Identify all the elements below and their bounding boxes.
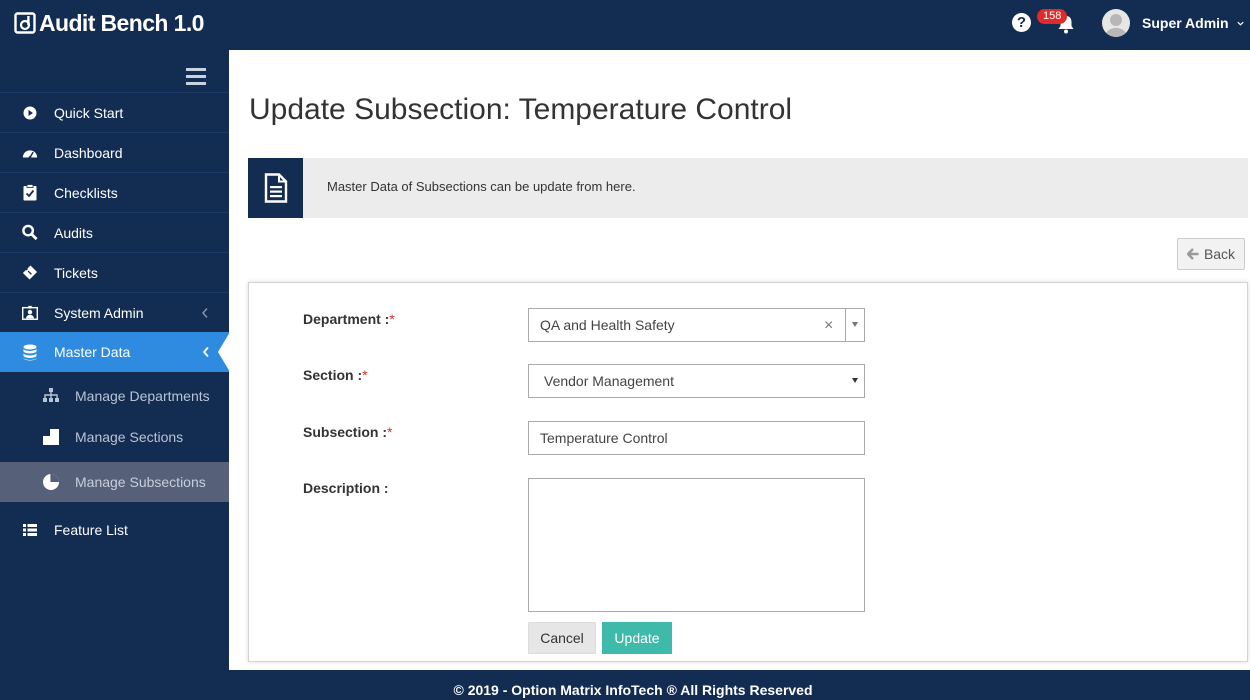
sidebar-item-audits[interactable]: Audits: [0, 212, 229, 252]
sidebar-item-label: Audits: [54, 224, 93, 241]
back-button-label: Back: [1203, 246, 1236, 262]
back-button[interactable]: Back: [1177, 238, 1245, 270]
page-title: Update Subsection: Temperature Control: [249, 93, 793, 126]
user-name: Super Admin: [1142, 15, 1229, 31]
sidebar-item-label: Quick Start: [54, 104, 124, 121]
required-marker: *: [362, 367, 368, 383]
department-label: Department :*: [303, 311, 395, 327]
department-value: QA and Health Safety: [540, 317, 675, 333]
sitemap-icon: [42, 387, 60, 405]
required-marker: *: [387, 424, 393, 440]
sidebar-item-feature-list[interactable]: Feature List: [0, 510, 229, 550]
sidebar-subitem-manage-subsections[interactable]: Manage Subsections: [0, 462, 229, 502]
database-icon: [22, 344, 38, 360]
subsection-value: Temperature Control: [540, 430, 668, 446]
subsection-input[interactable]: Temperature Control: [528, 421, 865, 455]
update-button[interactable]: Update: [602, 622, 672, 654]
sidebar-subitem-label: Manage Sections: [75, 429, 184, 445]
info-text: Master Data of Subsections can be update…: [327, 179, 636, 194]
subsection-label: Subsection :*: [303, 424, 393, 440]
sidebar-item-label: Checklists: [54, 184, 118, 201]
list-icon: [22, 522, 38, 538]
clipboard-icon: [22, 184, 38, 201]
subsection-form: Department :* QA and Health Safety × Sec…: [248, 282, 1248, 662]
sidebar-item-label: Master Data: [54, 344, 131, 360]
document-icon: [248, 158, 303, 218]
required-marker: *: [389, 311, 395, 327]
section-select[interactable]: Vendor Management: [528, 364, 865, 398]
department-select[interactable]: QA and Health Safety ×: [528, 308, 865, 342]
sidebar-item-label: Feature List: [54, 522, 128, 538]
notification-badge: 158: [1037, 9, 1068, 24]
sidebar-item-label: Dashboard: [54, 144, 123, 161]
info-callout: Master Data of Subsections can be update…: [248, 158, 1248, 218]
play-circle-icon: [22, 105, 38, 121]
clear-icon[interactable]: ×: [824, 318, 833, 334]
sidebar-subitem-label: Manage Subsections: [75, 474, 206, 490]
avatar: [1102, 9, 1130, 37]
sidebar-item-dashboard[interactable]: Dashboard: [0, 132, 229, 172]
sidebar: Quick Start Dashboard Checklists Audits …: [0, 46, 230, 670]
sidebar-item-checklists[interactable]: Checklists: [0, 172, 229, 212]
hamburger-menu-icon[interactable]: [186, 68, 206, 85]
sidebar-subitem-label: Manage Departments: [75, 388, 210, 404]
section-label: Section :*: [303, 367, 368, 383]
dashboard-icon: [22, 145, 38, 161]
sidebar-item-label: System Admin: [54, 304, 144, 321]
footer-copyright: © 2019 - Option Matrix InfoTech ® All Ri…: [453, 682, 813, 698]
help-icon[interactable]: ?: [1012, 13, 1031, 32]
chevron-down-icon: [1236, 21, 1244, 26]
sidebar-item-tickets[interactable]: Tickets: [0, 252, 229, 292]
sidebar-item-quick-start[interactable]: Quick Start: [0, 92, 229, 132]
arrow-left-icon: [1186, 248, 1199, 260]
search-icon: [22, 224, 38, 241]
avatar-person-icon: [1106, 14, 1126, 37]
caret-down-icon[interactable]: [852, 322, 858, 327]
app-brand[interactable]: Audit Bench 1.0: [14, 9, 204, 37]
caret-down-icon: [852, 378, 858, 383]
section-value: Vendor Management: [544, 373, 674, 389]
main-content: Update Subsection: Temperature Control M…: [229, 50, 1250, 670]
cancel-button[interactable]: Cancel: [528, 622, 596, 654]
chevron-left-icon: [202, 346, 209, 358]
description-textarea[interactable]: [528, 478, 865, 612]
chevron-left-icon: [202, 308, 208, 318]
select-divider: [845, 309, 846, 341]
section-icon: [42, 428, 60, 446]
sidebar-item-system-admin[interactable]: System Admin: [0, 292, 229, 332]
sidebar-item-master-data[interactable]: Master Data: [0, 332, 229, 372]
app-title: Audit Bench 1.0: [39, 9, 204, 36]
app-logo-icon: [14, 12, 36, 34]
description-label: Description :: [303, 480, 389, 496]
top-navbar: Audit Bench 1.0 ? 158 Super Admin: [0, 0, 1250, 46]
ticket-icon: [22, 265, 38, 281]
sidebar-item-label: Tickets: [54, 264, 98, 281]
sidebar-subitem-manage-sections[interactable]: Manage Sections: [0, 417, 229, 457]
user-menu[interactable]: Super Admin: [1102, 8, 1245, 38]
pie-chart-icon: [42, 473, 60, 491]
sidebar-subitem-manage-departments[interactable]: Manage Departments: [0, 376, 229, 416]
user-admin-icon: [22, 305, 38, 321]
